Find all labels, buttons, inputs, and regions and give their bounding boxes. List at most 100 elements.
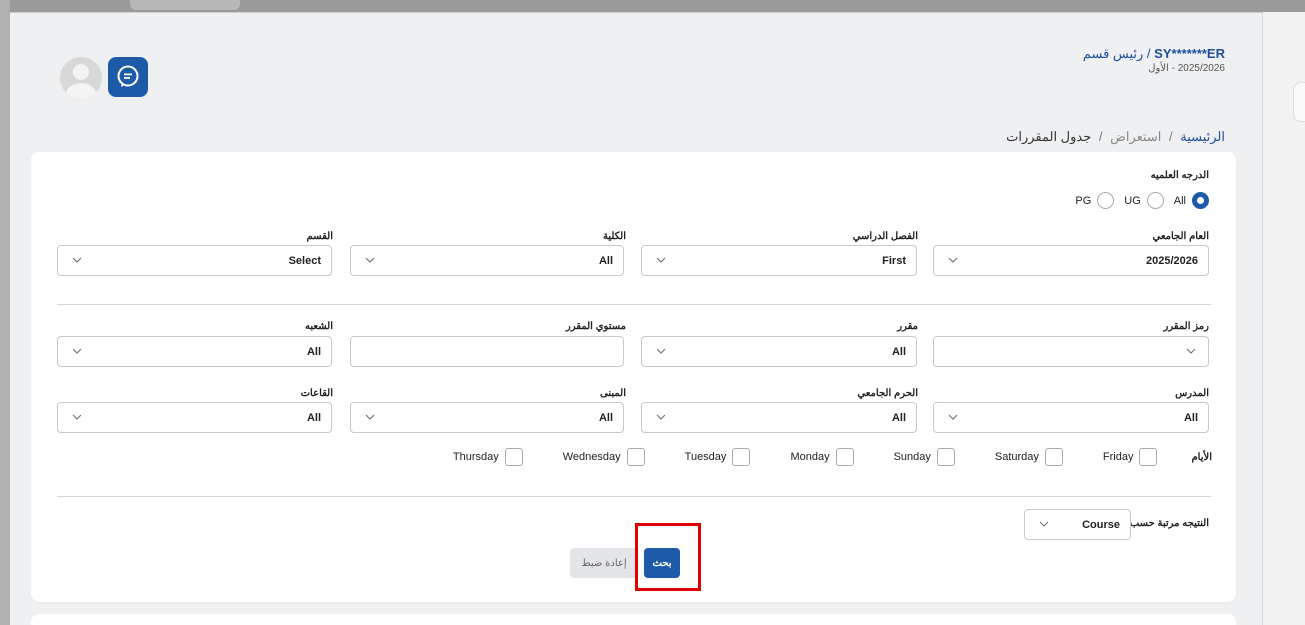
academic-year-select[interactable]: 2025/2026 xyxy=(933,245,1209,276)
instructor-value: All xyxy=(1183,412,1198,424)
breadcrumb-separator: / xyxy=(1098,129,1103,144)
day-checkbox-saturday[interactable]: Saturday xyxy=(995,448,1063,466)
course-value: All xyxy=(891,346,906,358)
campus-value: All xyxy=(891,412,906,424)
instructor-label: المدرس xyxy=(1175,388,1209,399)
campus-label: الحرم الجامعي xyxy=(857,388,918,399)
reset-button[interactable]: إعادة ضبط xyxy=(570,548,638,578)
breadcrumb-current: جدول المقررات xyxy=(1006,129,1092,144)
section-label: الشعبه xyxy=(305,321,333,332)
course-code-label: رمز المقرر xyxy=(1163,321,1210,332)
day-label: Thursday xyxy=(452,451,499,463)
side-panel-handle[interactable] xyxy=(1293,82,1305,122)
degree-radio-all[interactable]: All xyxy=(1174,192,1209,209)
days-checkbox-group: الأيام Friday Saturday Sunday Monday Tue… xyxy=(453,448,1212,466)
rooms-select[interactable]: All xyxy=(57,402,332,433)
semester-select[interactable]: First xyxy=(641,245,917,276)
chevron-down-icon xyxy=(656,414,666,420)
current-term: 2025/2026 - الأول xyxy=(1148,63,1225,74)
checkbox-icon xyxy=(1139,448,1158,466)
checkbox-icon xyxy=(732,448,751,466)
checkbox-icon xyxy=(835,448,854,466)
semester-label: الفصل الدراسي xyxy=(852,231,918,242)
chevron-down-icon xyxy=(948,414,958,420)
chevron-down-icon xyxy=(656,257,666,263)
degree-option-all: All xyxy=(1173,194,1186,207)
checkbox-icon xyxy=(936,448,955,466)
user-avatar-icon[interactable] xyxy=(60,57,102,99)
day-checkbox-sunday[interactable]: Sunday xyxy=(894,448,955,466)
section-divider xyxy=(57,496,1211,497)
semester-value: First xyxy=(882,255,906,267)
results-card xyxy=(31,614,1236,625)
section-divider xyxy=(57,304,1211,305)
day-label: Wednesday xyxy=(562,451,621,463)
days-label: الأيام xyxy=(1191,451,1212,463)
window-right-edge xyxy=(1262,12,1305,625)
chevron-down-icon xyxy=(72,414,82,420)
chevron-down-icon xyxy=(948,257,958,263)
radio-icon xyxy=(1146,192,1164,209)
instructor-select[interactable]: All xyxy=(933,402,1209,433)
course-select[interactable]: All xyxy=(641,336,917,367)
college-select[interactable]: All xyxy=(350,245,624,276)
window-top-bar xyxy=(0,0,1305,12)
section-select[interactable]: All xyxy=(57,336,332,367)
sort-by-label: النتيجه مرتبة حسب xyxy=(1129,518,1209,529)
radio-selected-icon xyxy=(1192,192,1209,209)
chevron-down-icon xyxy=(1186,348,1196,354)
course-code-select[interactable] xyxy=(933,336,1209,367)
department-select[interactable]: Select xyxy=(57,245,332,276)
chevron-down-icon xyxy=(72,348,82,354)
course-label: مقرر xyxy=(897,321,918,332)
chat-button[interactable] xyxy=(108,57,148,97)
campus-select[interactable]: All xyxy=(641,402,917,433)
breadcrumb-separator: / xyxy=(1168,129,1173,144)
department-value: Select xyxy=(288,255,321,267)
user-name: SY*******ER xyxy=(1154,46,1225,61)
rooms-label: القاعات xyxy=(300,388,333,399)
degree-option-ug: UG xyxy=(1124,194,1141,207)
academic-year-value: 2025/2026 xyxy=(1146,255,1198,267)
course-level-label: مستوي المقرر xyxy=(565,321,626,332)
user-role: / رئيس قسم xyxy=(1082,46,1151,61)
section-value: All xyxy=(306,346,321,358)
day-label: Monday xyxy=(790,451,830,463)
college-label: الكلية xyxy=(602,231,626,242)
chevron-down-icon xyxy=(365,414,375,420)
course-level-input[interactable] xyxy=(350,336,624,367)
rooms-value: All xyxy=(306,412,321,424)
window-left-edge xyxy=(0,0,10,625)
sort-by-select[interactable]: Course xyxy=(1024,509,1131,540)
filter-card: الدرجه العلميه All UG PG العام الجامعي 2… xyxy=(31,152,1236,602)
chevron-down-icon xyxy=(72,257,82,263)
day-label: Saturday xyxy=(994,451,1039,463)
search-button-highlight xyxy=(635,523,701,591)
chat-icon xyxy=(117,65,139,87)
day-checkbox-tuesday[interactable]: Tuesday xyxy=(685,448,751,466)
degree-radio-pg[interactable]: PG xyxy=(1075,192,1115,209)
radio-icon xyxy=(1097,192,1115,209)
academic-year-label: العام الجامعي xyxy=(1152,231,1209,242)
college-value: All xyxy=(598,255,613,267)
day-checkbox-thursday[interactable]: Thursday xyxy=(453,448,523,466)
chevron-down-icon xyxy=(1039,521,1049,527)
checkbox-icon xyxy=(626,448,645,466)
day-checkbox-monday[interactable]: Monday xyxy=(790,448,854,466)
browser-tab[interactable] xyxy=(130,0,240,10)
department-label: القسم xyxy=(306,231,333,242)
day-label: Sunday xyxy=(893,451,931,463)
sort-by-value: Course xyxy=(1082,519,1120,531)
day-checkbox-wednesday[interactable]: Wednesday xyxy=(563,448,645,466)
chevron-down-icon xyxy=(656,348,666,354)
degree-option-pg: PG xyxy=(1075,194,1092,207)
degree-radio-ug[interactable]: UG xyxy=(1124,192,1164,209)
day-checkbox-friday[interactable]: Friday xyxy=(1103,448,1158,466)
checkbox-icon xyxy=(504,448,523,466)
breadcrumb-view[interactable]: استعراض xyxy=(1110,129,1161,144)
building-label: المبنى xyxy=(600,388,626,399)
breadcrumb-home[interactable]: الرئيسية xyxy=(1180,129,1225,144)
degree-radio-group: All UG PG xyxy=(1075,192,1209,209)
user-identity: SY*******ER / رئيس قسم xyxy=(1083,46,1225,62)
building-select[interactable]: All xyxy=(350,402,624,433)
